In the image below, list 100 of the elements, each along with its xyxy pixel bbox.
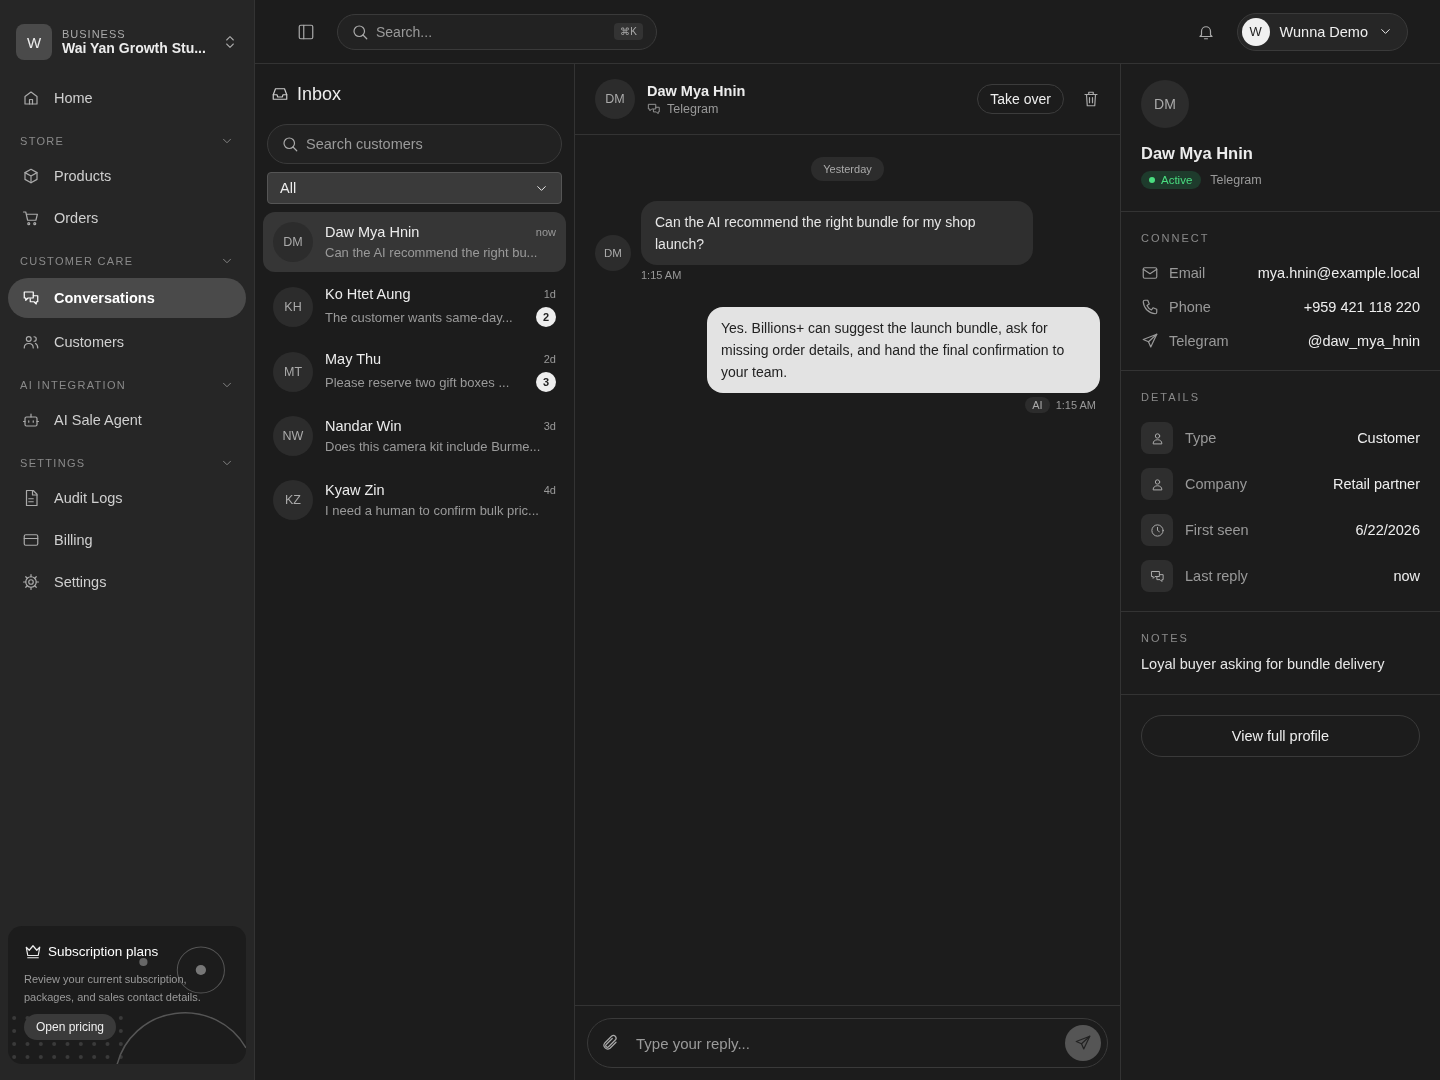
nav-item[interactable]: Audit Logs (8, 480, 246, 516)
trash-icon[interactable] (1082, 90, 1100, 108)
conversation-item[interactable]: MT May Thu 2d Please reserve two gift boxes ... 3 (263, 341, 566, 402)
customer-name: May Thu (325, 351, 382, 367)
message-time: 1:15 AM (1055, 399, 1096, 411)
customer-avatar: KH (273, 286, 313, 327)
open-pricing-button[interactable]: Open pricing (24, 1014, 117, 1040)
reply-field[interactable]: Type your reply... (587, 1018, 1108, 1068)
conversation-item[interactable]: KZ Kyaw Zin 4d I need a human to confirm bulk pric... (263, 470, 566, 530)
customer-name: Daw Mya Hnin (647, 82, 746, 99)
workspace-label: BUSINESS (62, 28, 127, 40)
nav-section-title: CUSTOMER CARE (20, 255, 134, 267)
customer-avatar: DM (1141, 80, 1189, 128)
search-icon (351, 22, 369, 41)
customer-avatar: DM (595, 235, 631, 271)
paperclip-icon[interactable] (601, 1034, 619, 1052)
field-label: Phone (1169, 299, 1212, 315)
field-label: First seen (1185, 522, 1250, 538)
paper-plane-icon (1141, 332, 1159, 350)
chat-icon (1141, 560, 1173, 592)
field-value: +959 421 118 220 (1303, 299, 1420, 315)
phone-icon (1141, 298, 1159, 316)
message-preview: Can the AI recommend the right bu... (325, 245, 538, 260)
nav-item[interactable]: Orders (8, 200, 246, 236)
section-title: DETAILS (1141, 391, 1202, 403)
settings-icon (22, 573, 40, 591)
unread-count: 3 (536, 372, 556, 392)
customer-name: Kyaw Zin (325, 482, 385, 498)
nav-item[interactable]: Conversations (8, 278, 246, 318)
promo-title: Subscription plans (48, 943, 159, 959)
field-label: Email (1169, 265, 1207, 281)
user-icon (1141, 422, 1173, 454)
filter-dropdown[interactable]: All (267, 172, 562, 204)
nav-item[interactable]: Home (8, 80, 246, 116)
box-icon (22, 167, 40, 185)
nav-item[interactable]: Customers (8, 324, 246, 360)
field-label: Telegram (1169, 333, 1230, 349)
nav-section-title: AI INTEGRATION (20, 379, 126, 391)
customer-name: Nandar Win (325, 418, 402, 434)
workspace-avatar: W (16, 24, 52, 60)
message-preview: The customer wants same-day... (325, 309, 513, 325)
inbox-icon (271, 85, 289, 103)
conversation-time: 2d (543, 353, 556, 365)
conversation-time: now (535, 226, 556, 238)
nav-item[interactable]: Products (8, 158, 246, 194)
card-icon (22, 531, 40, 549)
message-time: 1:15 AM (641, 269, 683, 281)
conversation-item[interactable]: NW Nandar Win 3d Does this camera kit include Burme... (263, 406, 566, 466)
section-title: CONNECT (1141, 232, 1211, 244)
user-avatar: W (1241, 17, 1270, 46)
customer-avatar: MT (273, 351, 313, 392)
nav-item[interactable]: Settings (8, 564, 246, 600)
inbox-title: Inbox (297, 83, 342, 105)
users-icon (22, 333, 40, 351)
nav-section-title: STORE (20, 135, 65, 147)
conversation-item[interactable]: KH Ko Htet Aung 1d The customer wants same-day... 2 (263, 276, 566, 337)
user-name: Wunna Demo (1279, 23, 1368, 40)
chat-icon (22, 289, 40, 307)
field-value: @daw_mya_hnin (1307, 333, 1420, 349)
customer-avatar: NW (273, 416, 313, 456)
mail-icon (1141, 264, 1159, 282)
customer-search-field[interactable]: Search customers (267, 124, 562, 164)
conversation-time: 4d (543, 484, 556, 496)
field-label: Last reply (1185, 568, 1249, 584)
sender-tag: AI (1025, 397, 1050, 413)
workspace-name: Wai Yan Growth Stu... (62, 40, 207, 56)
message-preview: Please reserve two gift boxes ... (325, 374, 510, 390)
field-value: 6/22/2026 (1355, 522, 1420, 538)
notes-text: Loyal buyer asking for bundle delivery (1141, 656, 1386, 672)
field-value: Customer (1357, 430, 1420, 446)
search-icon (281, 135, 299, 153)
promo-text: Review your current subscription, packages, and sales contact details. (24, 972, 202, 1005)
status-badge: Active (1141, 171, 1202, 189)
clock-icon (1141, 514, 1173, 546)
customer-avatar: DM (273, 222, 313, 262)
customer-name: Daw Mya Hnin (1141, 144, 1254, 163)
nav-section-title: SETTINGS (20, 457, 86, 469)
robot-icon (22, 411, 40, 429)
nav-item[interactable]: Billing (8, 522, 246, 558)
field-value: Retail partner (1332, 476, 1420, 492)
customer-name: Ko Htet Aung (325, 286, 411, 302)
message-preview: I need a human to confirm bulk pric... (325, 503, 539, 518)
message-bubble: Can the AI recommend the right bundle for my shop launch? (641, 201, 1033, 265)
conversation-item[interactable]: DM Daw Mya Hnin now Can the AI recommend the right bu... (263, 212, 566, 272)
sidebar-toggle-icon[interactable] (297, 22, 315, 41)
channel-name: Telegram (667, 101, 719, 116)
message-bubble: Yes. Billions+ can suggest the launch bundle, ask for missing order details, and hand the final confirmation to your team. (707, 307, 1100, 393)
message-preview: Does this camera kit include Burme... (325, 439, 541, 454)
cart-icon (22, 209, 40, 227)
user-icon (1141, 468, 1173, 500)
house-icon (22, 89, 40, 107)
unread-count: 2 (536, 307, 556, 327)
paper-plane-icon (1074, 1034, 1092, 1052)
nav-item[interactable]: AI Sale Agent (8, 402, 246, 438)
chat-icon (647, 101, 661, 116)
customer-avatar: KZ (273, 480, 313, 520)
field-value: mya.hnin@example.local (1257, 265, 1420, 281)
user-menu[interactable]: W Wunna Demo (1236, 12, 1408, 51)
field-label: Type (1185, 430, 1218, 446)
customer-avatar: DM (595, 79, 635, 119)
